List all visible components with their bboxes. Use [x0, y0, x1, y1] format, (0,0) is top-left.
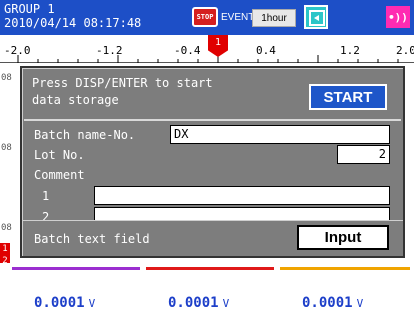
start-button[interactable]: START — [309, 84, 387, 110]
channel-tag: 1 — [0, 243, 10, 255]
grid-label: 08 — [1, 223, 12, 233]
channel-value: 0.0001 V — [302, 295, 364, 311]
channel-value: 0.0001 V — [34, 295, 96, 311]
channel-value: 0.0001 V — [168, 295, 230, 311]
input-button[interactable]: Input — [297, 225, 389, 250]
value-display: 0.0001 V 0.0001 V 0.0001 V — [0, 263, 414, 313]
comment-label: Comment — [34, 168, 85, 182]
comment-row-label: 1 — [42, 189, 50, 203]
lot-no-input[interactable]: 2 — [337, 145, 390, 164]
stop-icon: STOP — [192, 7, 218, 27]
value-panel-2: 0.0001 V — [146, 267, 274, 313]
time-scale: 1hour — [252, 9, 296, 27]
display-mode-icon — [304, 5, 328, 29]
value-panel-3: 0.0001 V — [280, 267, 410, 313]
scale-bar: -2.0 -1.2 -0.4 0.4 1.2 2.0 — [0, 35, 414, 63]
status-bar: GROUP 1 2010/04/14 08:17:48 STOP EVENT 1… — [0, 0, 414, 35]
dialog-message-line1: Press DISP/ENTER to start — [32, 76, 213, 90]
batch-text-row: Batch text field Input — [20, 220, 405, 258]
grid-label: 08 — [1, 73, 12, 83]
divider — [24, 119, 401, 121]
scale-ticks — [17, 55, 399, 63]
comment-input-1[interactable] — [94, 186, 390, 205]
group-name: GROUP 1 — [4, 2, 55, 16]
grid-label: 08 — [1, 143, 12, 153]
value-panel-1: 0.0001 V — [12, 267, 140, 313]
date-time: 2010/04/14 08:17:48 — [4, 16, 142, 30]
event-label: EVENT — [221, 11, 255, 23]
batch-text-label: Batch text field — [34, 232, 150, 246]
batch-name-input[interactable]: DX — [170, 125, 390, 144]
lot-no-label: Lot No. — [34, 148, 85, 162]
dialog-message-line2: data storage — [32, 93, 119, 107]
batch-name-label: Batch name-No. — [34, 128, 136, 142]
alarm-icon: •)) — [386, 6, 410, 28]
event-status: STOP EVENT — [192, 6, 254, 28]
